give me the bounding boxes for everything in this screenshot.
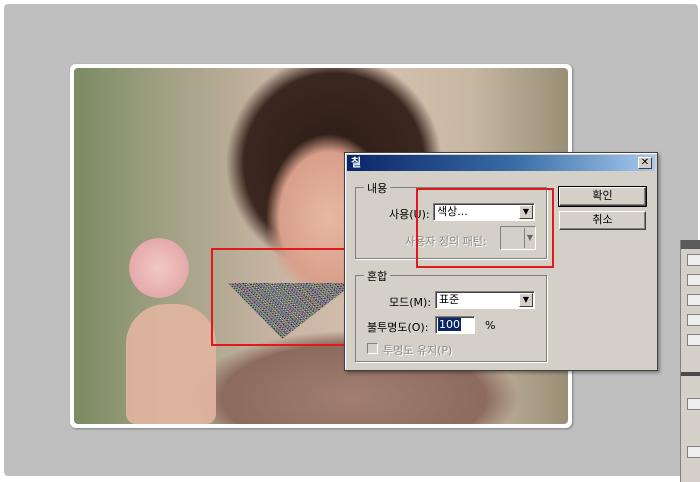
- panel-option-box[interactable]: [687, 294, 700, 306]
- layers-mode-box[interactable]: [687, 398, 700, 410]
- opacity-label: 불투명도(O):: [367, 321, 429, 334]
- opacity-input[interactable]: 100: [435, 316, 475, 334]
- preserve-transparency-checkbox[interactable]: [367, 343, 378, 354]
- close-icon[interactable]: ✕: [638, 157, 652, 169]
- hand-shape: [126, 304, 216, 424]
- cancel-button[interactable]: 취소: [559, 211, 646, 230]
- blending-legend: 혼합: [364, 268, 391, 284]
- panel-titlebar: [681, 240, 700, 249]
- red-annotation-box-use-field: [416, 188, 554, 268]
- mode-select[interactable]: 표준 ▼: [435, 291, 535, 309]
- mode-label: 모드(M):: [389, 296, 432, 309]
- chevron-down-icon[interactable]: ▼: [519, 293, 533, 307]
- dialog-titlebar: 칠 ✕: [347, 155, 655, 171]
- dialog-title: 칠: [351, 156, 362, 169]
- opacity-unit: %: [485, 319, 496, 332]
- red-annotation-box-selection: [211, 248, 350, 346]
- panel-option-box[interactable]: [687, 334, 700, 346]
- panel-tool-icon[interactable]: [687, 254, 700, 266]
- panel-separator: [681, 372, 700, 376]
- mode-select-value: 표준: [439, 293, 460, 306]
- preserve-transparency-label: 투명도 유지(P): [383, 344, 453, 357]
- eye-icon[interactable]: [687, 446, 700, 458]
- ok-button[interactable]: 확인: [558, 186, 647, 207]
- panel-option-box[interactable]: [687, 274, 700, 286]
- side-panels: [680, 240, 700, 482]
- opacity-value: 100: [438, 318, 461, 331]
- contents-legend: 내용: [364, 180, 391, 196]
- panel-option-box[interactable]: [687, 314, 700, 326]
